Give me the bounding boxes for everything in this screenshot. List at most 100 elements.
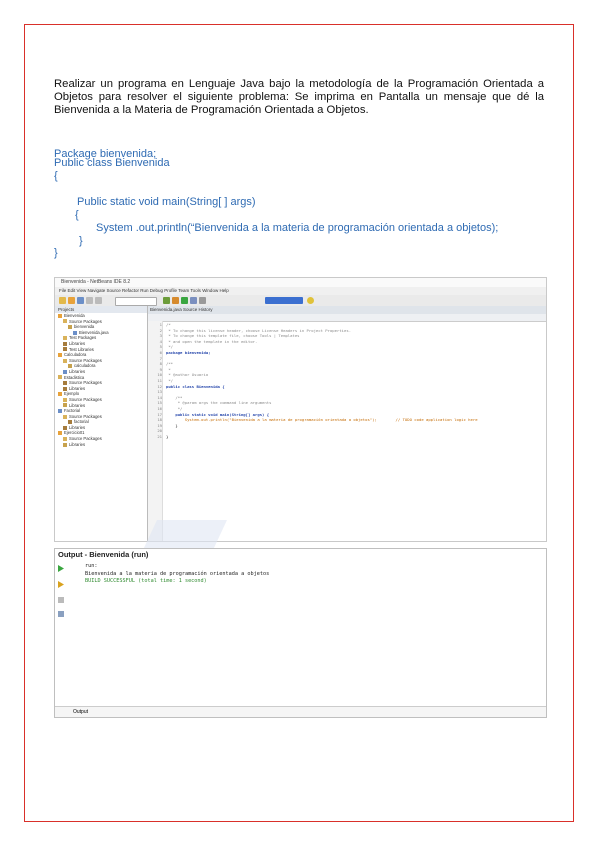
menu-item[interactable]: Source [106, 288, 122, 293]
tree-item-label: Test Libraries [69, 346, 94, 352]
folder-icon [63, 414, 67, 419]
menu-item[interactable]: Team [178, 288, 190, 293]
save-icon[interactable] [77, 297, 84, 304]
output-line: BUILD SUCCESSFUL (total time: 1 second) [85, 578, 207, 584]
folder-icon [73, 330, 77, 335]
editor-tab[interactable]: Bienvenida.java [150, 307, 183, 312]
code-line: } [79, 235, 83, 247]
line-number: 21 [157, 433, 162, 439]
config-select[interactable] [115, 297, 157, 306]
code-line: { [75, 209, 79, 221]
output-line: run: [85, 563, 98, 569]
rerun-icon [58, 565, 64, 572]
folder-icon [63, 347, 67, 352]
editor-tabs: Bienvenida.java Source History [148, 306, 546, 314]
menu-item[interactable]: Window [202, 288, 219, 293]
tree-item-label: Libraries [69, 368, 86, 374]
projects-panel-title: Projects [55, 306, 147, 313]
tree-item-label: Source Packages [69, 318, 102, 324]
folder-icon [58, 353, 62, 358]
folder-icon [63, 369, 67, 374]
tree-item-label: Source Packages [69, 436, 102, 442]
profile-icon[interactable] [199, 297, 206, 304]
menu-item[interactable]: Help [219, 288, 228, 293]
output-bottom-tab[interactable]: Output [55, 706, 546, 717]
tree-item-label: Factorial [64, 408, 81, 414]
gc-icon[interactable] [307, 297, 314, 304]
clean-build-icon[interactable] [172, 297, 179, 304]
folder-icon [63, 442, 67, 447]
line-text: } [166, 422, 178, 428]
tree-item-label: Source Packages [69, 357, 102, 363]
menu-item[interactable]: View [77, 288, 88, 293]
build-icon[interactable] [163, 297, 170, 304]
new-file-icon[interactable] [59, 297, 66, 304]
editor-toolbar [148, 314, 546, 322]
projects-panel: Projects Bienvenida Source Packages bienve… [55, 306, 148, 541]
tree-item-label: Libraries [69, 385, 86, 391]
tree-item-label: Libraries [69, 424, 86, 430]
folder-icon [63, 425, 67, 430]
memory-indicator [265, 297, 303, 304]
menu-item[interactable]: Refactor [122, 288, 140, 293]
open-project-icon[interactable] [68, 297, 75, 304]
output-actions-icons[interactable] [55, 562, 67, 622]
tree-item-label: Libraries [69, 441, 86, 447]
tree-item-label: Test Packages [69, 335, 97, 341]
stop-icon [58, 597, 64, 603]
tree-item-label: Bienvenida [64, 313, 85, 318]
tree-item-label: Estadistica [64, 374, 85, 380]
debug-icon[interactable] [190, 297, 197, 304]
tree-item-label: bienvenida [74, 324, 95, 330]
window-title: Bienvenida - NetBeans IDE 8.2 [55, 278, 546, 287]
editor-tab[interactable]: History [199, 307, 213, 312]
tree-item[interactable]: Libraries [55, 442, 147, 448]
tree-item-label: Ejemplo [64, 391, 80, 397]
menu-item[interactable]: Edit [68, 288, 77, 293]
folder-icon [58, 392, 62, 397]
tree-item-label: Source Packages [69, 380, 102, 386]
folder-icon [63, 358, 67, 363]
output-line: Bienvenida a la materia de programación … [85, 570, 270, 577]
menu-item[interactable]: Run [140, 288, 150, 293]
settings-icon [58, 611, 64, 617]
code-line: { [54, 170, 58, 182]
output-text: run: Bienvenida a la materia de programac… [85, 563, 269, 586]
redo-icon[interactable] [95, 297, 102, 304]
folder-icon [58, 375, 62, 380]
menu-item[interactable]: Profile [164, 288, 178, 293]
line-text: package bienvenida; [166, 349, 211, 355]
folder-icon [63, 336, 67, 341]
tree-item-label: calculadora [74, 363, 96, 369]
code-line: } [54, 247, 58, 259]
tree-item-label: Libraries [69, 402, 86, 408]
editor-tab[interactable]: Source [183, 307, 199, 312]
tree-item-label: factorial [74, 419, 89, 425]
folder-icon [63, 397, 67, 402]
tree-item-label: Source Packages [69, 396, 102, 402]
menu-item[interactable]: Debug [150, 288, 165, 293]
tree-item-label: Calculadora [64, 352, 87, 358]
tree-item-label: Bienvenida.java [79, 329, 109, 335]
output-tab-label[interactable]: Output [73, 709, 88, 715]
code-line: Public class Bienvenida [54, 157, 170, 169]
menu-item[interactable]: Navigate [87, 288, 106, 293]
code-editor: Bienvenida.java Source History 1/* 2 * To… [148, 306, 546, 541]
folder-icon [63, 319, 67, 324]
menu-item[interactable]: Tools [190, 288, 202, 293]
output-title: Output - Bienvenida (run) [58, 550, 149, 559]
folder-icon [58, 313, 62, 318]
folder-icon [58, 408, 62, 413]
run-icon[interactable] [181, 297, 188, 304]
menu-item[interactable]: File [59, 288, 68, 293]
code-line: 21} [157, 434, 546, 440]
folder-icon [63, 386, 67, 391]
folder-icon [63, 403, 67, 408]
ide-screenshot: Bienvenida - NetBeans IDE 8.2 File Edit … [54, 277, 547, 542]
line-text: System.out.println("Bienvenida a la mate… [166, 417, 478, 423]
folder-icon [68, 420, 72, 425]
tree-item-label: Source Packages [69, 413, 102, 419]
undo-icon[interactable] [86, 297, 93, 304]
folder-icon [63, 381, 67, 386]
folder-icon [63, 341, 67, 346]
